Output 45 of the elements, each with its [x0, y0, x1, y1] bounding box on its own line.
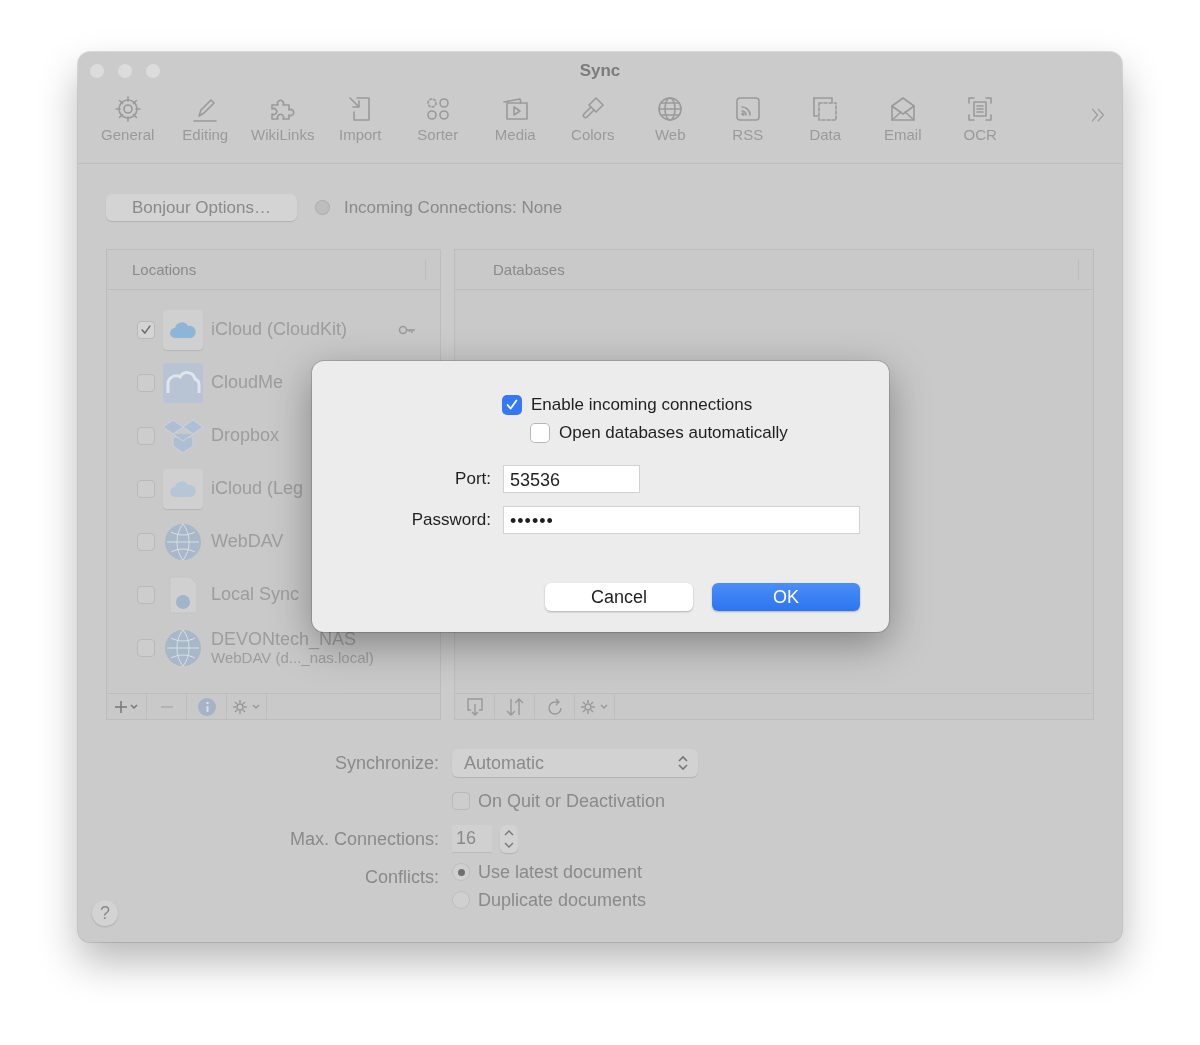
- checkmark-icon: [141, 324, 151, 334]
- help-button[interactable]: ?: [92, 900, 118, 926]
- radio-button[interactable]: [452, 863, 470, 881]
- checkbox[interactable]: [530, 423, 550, 443]
- password-field[interactable]: ••••••: [503, 506, 860, 534]
- field-label: Max. Connections:: [288, 828, 439, 851]
- key-icon: [398, 324, 416, 335]
- checkmark-icon: [506, 399, 518, 410]
- refresh-icon: [545, 697, 564, 716]
- gear-caret-icon: [231, 698, 262, 715]
- port-field[interactable]: 53536: [503, 465, 640, 493]
- connection-status: Incoming Connections: None: [343, 197, 563, 218]
- cloud-icon: [163, 362, 203, 403]
- gear-icon: [112, 94, 143, 124]
- radio-label: Use latest document: [478, 861, 643, 883]
- field-label: Port:: [454, 469, 491, 489]
- synchronize-dropdown[interactable]: Automatic: [452, 749, 698, 777]
- stepper[interactable]: [500, 825, 518, 853]
- up-down-arrows-icon: [504, 697, 525, 716]
- plus-caret-icon: [113, 699, 140, 714]
- window-title: Sync: [579, 61, 621, 80]
- checkbox-label: Open databases automatically: [559, 423, 788, 443]
- checkbox[interactable]: [502, 395, 522, 415]
- up-down-chevron-icon: [678, 755, 688, 771]
- bonjour-options-button[interactable]: Bonjour Options…: [106, 194, 297, 221]
- ok-button[interactable]: OK: [712, 583, 860, 611]
- cancel-button[interactable]: Cancel: [545, 583, 693, 611]
- info-icon: [197, 697, 216, 716]
- tray-arrow-icon: [466, 697, 483, 716]
- column-header: Locations: [132, 261, 197, 278]
- checkbox-label: On Quit or Deactivation: [478, 790, 666, 812]
- field-label: Conflicts:: [363, 866, 439, 889]
- gear-caret-icon: [579, 698, 610, 715]
- radio-label: Duplicate documents: [478, 889, 647, 911]
- cloud-icon: [163, 309, 203, 350]
- globe-icon: [163, 627, 203, 668]
- field-label: Password:: [410, 510, 491, 530]
- status-indicator: [314, 200, 330, 215]
- cloud-icon: [163, 468, 203, 509]
- field-label: Synchronize:: [333, 752, 439, 775]
- checkbox[interactable]: [137, 320, 155, 339]
- checkbox-label: Enable incoming connections: [531, 395, 753, 415]
- max-connections-field[interactable]: 16: [452, 825, 492, 853]
- column-header: Databases: [493, 261, 565, 278]
- globe-icon: [163, 521, 203, 562]
